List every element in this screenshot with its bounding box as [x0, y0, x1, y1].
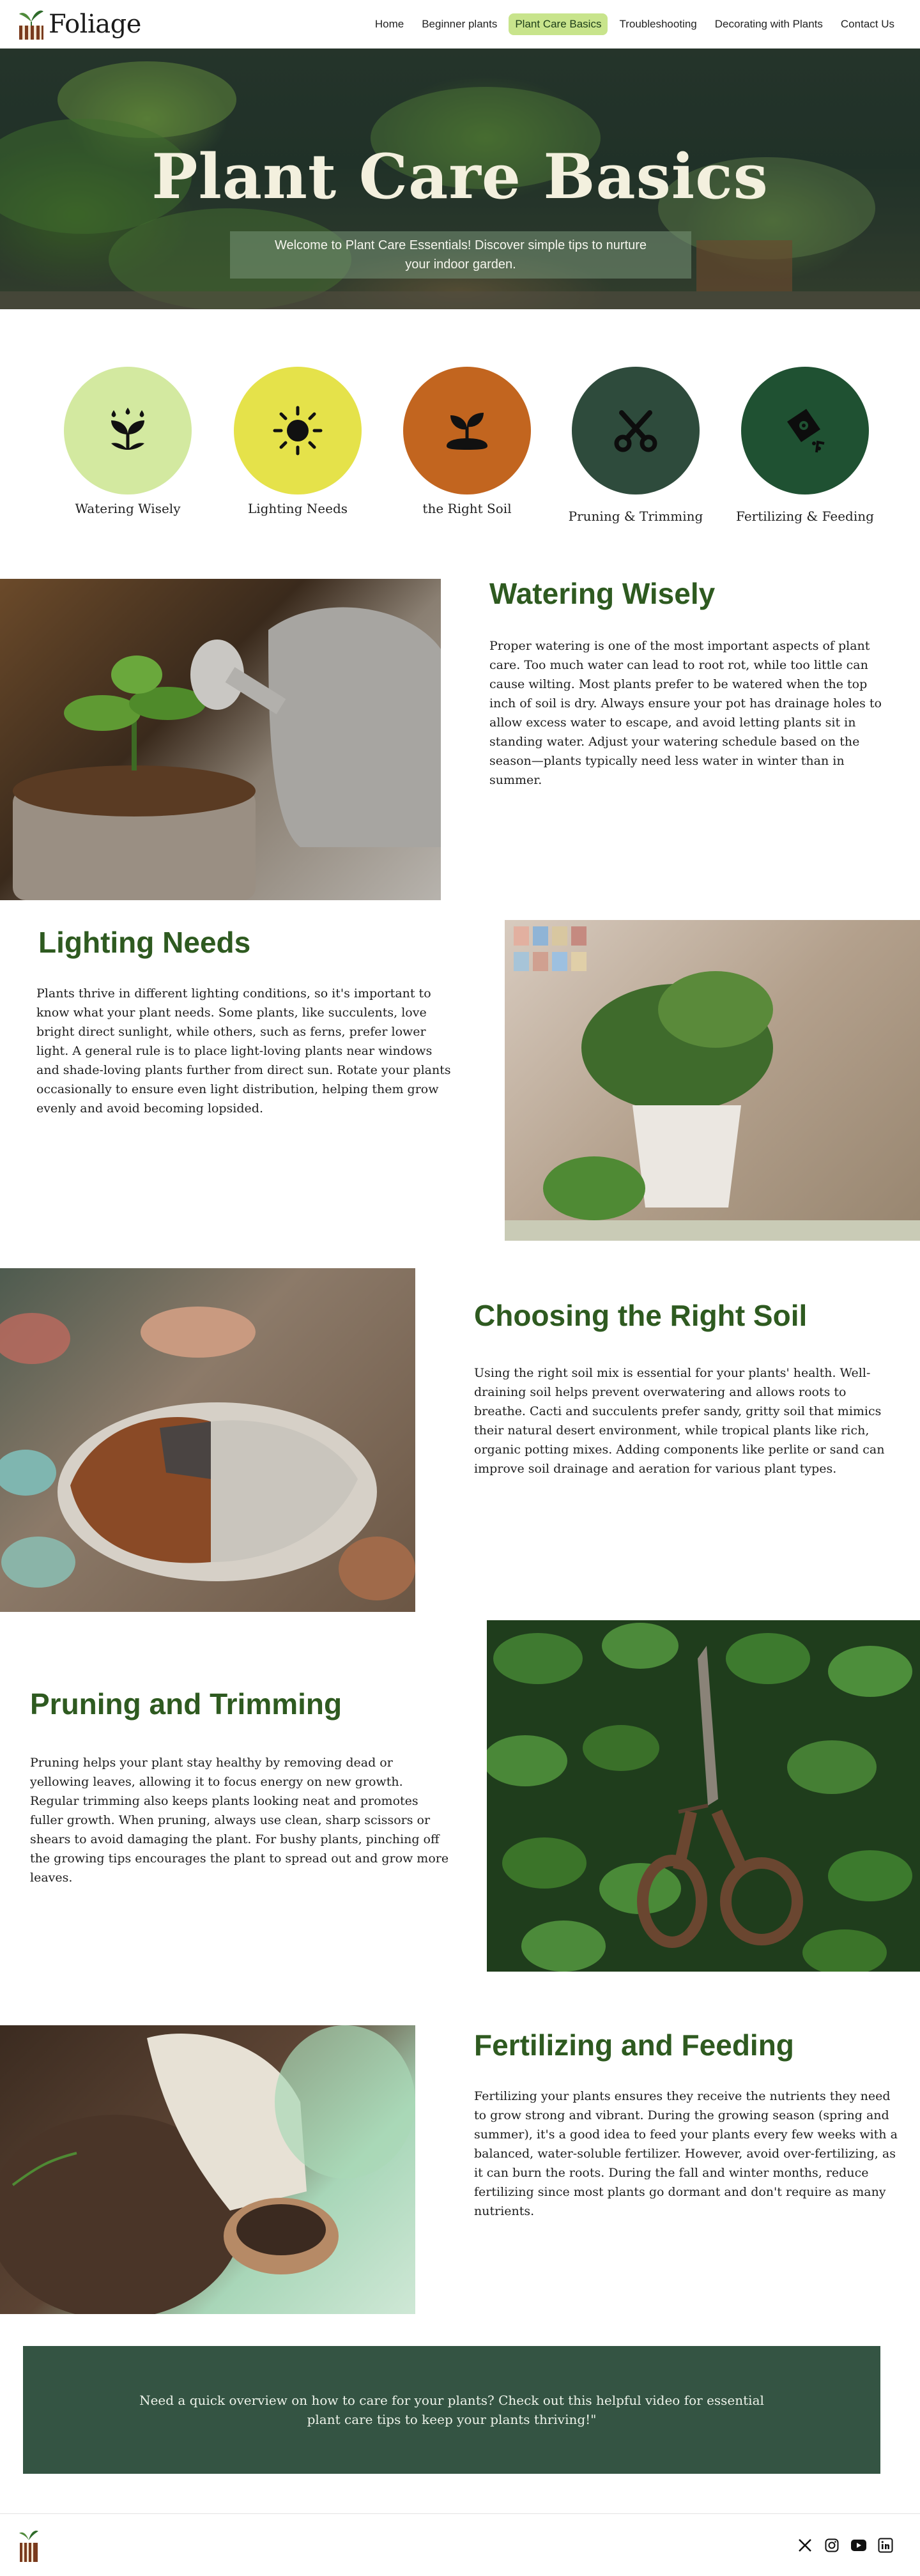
topic-label: Pruning & Trimming	[568, 509, 703, 524]
brand-name: Foliage	[49, 9, 141, 39]
x-icon[interactable]	[796, 2536, 814, 2554]
scissors-icon	[614, 410, 657, 452]
social-links	[796, 2536, 894, 2554]
fertilizing-photo	[0, 2025, 415, 2314]
plant-pot-logo-icon	[19, 10, 43, 40]
section-title-soil: Choosing the Right Soil	[474, 1299, 808, 1332]
topic-label: the Right Soil	[422, 501, 512, 516]
nav-links: Home Beginner plants Plant Care Basics T…	[369, 13, 901, 35]
nav-home[interactable]: Home	[369, 13, 410, 35]
pruning-photo	[487, 1620, 920, 1972]
topic-fertilizing[interactable]: Fertilizing & Feeding	[728, 367, 882, 524]
topic-soil[interactable]: the Right Soil	[390, 367, 544, 516]
fertilizer-bag-icon	[787, 409, 825, 453]
section-text-pruning: Pruning helps your plant stay healthy by…	[30, 1756, 449, 1885]
hero-subtitle: Welcome to Plant Care Essentials! Discov…	[230, 231, 691, 279]
section-text-soil: Using the right soil mix is essential fo…	[474, 1366, 885, 1476]
section-text-lighting: Plants thrive in different lighting cond…	[36, 986, 451, 1116]
topic-circle[interactable]	[741, 367, 869, 494]
hero-banner: Plant Care Basics Welcome to Plant Care …	[0, 49, 920, 309]
houseplant-image	[505, 926, 920, 1241]
topic-label: Fertilizing & Feeding	[736, 509, 874, 524]
nav-contact-us[interactable]: Contact Us	[834, 13, 901, 35]
page-title: Plant Care Basics	[151, 141, 769, 213]
topic-label: Watering Wisely	[75, 501, 181, 516]
video-cta-text: Need a quick overview on how to care for…	[139, 2393, 764, 2427]
nav-decorating-with-plants[interactable]: Decorating with Plants	[709, 13, 829, 35]
section-title-watering: Watering Wisely	[489, 577, 716, 610]
topic-icons-row: Watering Wisely Lighting Needs the Right…	[0, 309, 920, 546]
top-navbar: Foliage Home Beginner plants Plant Care …	[0, 0, 920, 49]
soil-sprout-icon	[447, 413, 487, 450]
video-cta-banner[interactable]: Need a quick overview on how to care for…	[23, 2346, 880, 2474]
nav-troubleshooting[interactable]: Troubleshooting	[613, 13, 703, 35]
topic-circle[interactable]	[234, 367, 362, 494]
watering-can-image	[13, 607, 441, 900]
soil-photo	[0, 1268, 415, 1612]
sun-icon	[273, 406, 323, 456]
section-text-fertilizing: Fertilizing your plants ensures they rec…	[474, 2089, 898, 2218]
nav-beginner-plants[interactable]: Beginner plants	[415, 13, 503, 35]
topic-lighting[interactable]: Lighting Needs	[221, 367, 374, 516]
footer	[0, 2513, 920, 2576]
logo[interactable]: Foliage	[17, 8, 141, 41]
section-text-watering: Proper watering is one of the most impor…	[489, 639, 882, 787]
plant-pot-logo-icon[interactable]	[18, 2527, 40, 2563]
fertilizer-soil-image	[0, 2025, 415, 2314]
section-title-pruning: Pruning and Trimming	[30, 1687, 342, 1721]
topic-circle[interactable]	[403, 367, 531, 494]
pruning-shears-image	[487, 1623, 912, 1972]
linkedin-icon[interactable]	[877, 2536, 894, 2554]
section-title-fertilizing: Fertilizing and Feeding	[474, 2028, 794, 2062]
soil-mix-image	[0, 1307, 415, 1600]
instagram-icon[interactable]	[823, 2536, 841, 2554]
topic-watering[interactable]: Watering Wisely	[51, 367, 204, 516]
lighting-photo	[505, 920, 920, 1241]
watering-plant-icon	[111, 408, 144, 450]
section-title-lighting: Lighting Needs	[38, 926, 251, 959]
topic-label: Lighting Needs	[247, 501, 348, 516]
topic-circle[interactable]	[64, 367, 192, 494]
topic-pruning[interactable]: Pruning & Trimming	[559, 367, 712, 524]
watering-photo	[0, 579, 441, 900]
youtube-icon[interactable]	[850, 2536, 868, 2554]
nav-plant-care-basics[interactable]: Plant Care Basics	[509, 13, 608, 35]
topic-circle[interactable]	[572, 367, 700, 494]
